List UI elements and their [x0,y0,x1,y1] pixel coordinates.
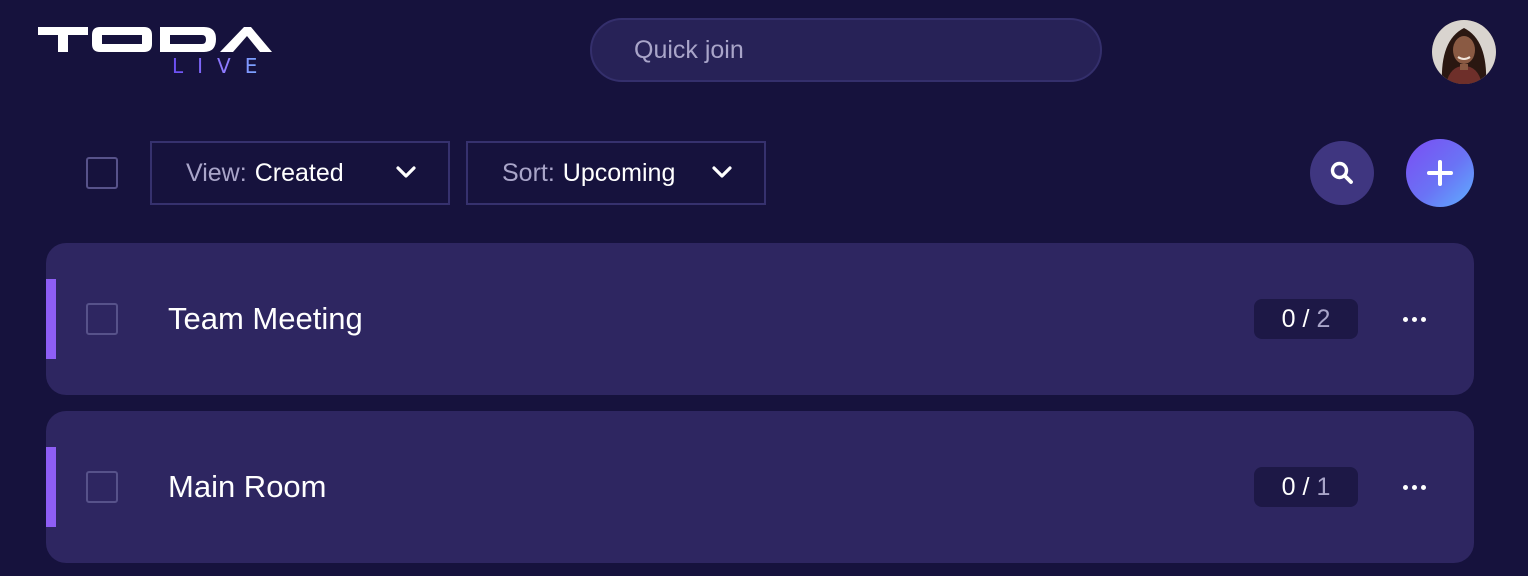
room-accent-bar [46,447,56,527]
room-accent-bar [46,279,56,359]
avatar-image [1432,20,1496,84]
search-icon [1330,161,1353,184]
room-checkbox[interactable] [86,303,118,335]
participant-count-total: 2 [1316,304,1331,333]
participant-count-badge: 0 / 2 [1254,299,1358,339]
toda-logo-wordmark [38,27,272,52]
participant-count-current: 0 [1281,304,1296,333]
participant-count-separator: / [1302,304,1310,333]
quick-join-input[interactable] [590,18,1102,82]
live-logo-text: LIVE [172,54,272,78]
room-checkbox[interactable] [86,471,118,503]
view-label: View: [186,158,247,187]
room-card[interactable]: Team Meeting 0 / 2 [46,243,1474,395]
select-all-checkbox[interactable] [86,157,118,189]
view-filter-dropdown[interactable]: View: Created [150,141,450,205]
room-name: Team Meeting [168,301,363,336]
participant-count-separator: / [1302,472,1310,501]
sort-label: Sort: [502,158,555,187]
more-horizontal-icon [1402,484,1426,490]
user-avatar[interactable] [1432,20,1496,84]
participant-count-current: 0 [1281,472,1296,501]
add-room-button[interactable] [1406,139,1474,207]
room-card[interactable]: Main Room 0 / 1 [46,411,1474,563]
room-more-button[interactable] [1392,301,1436,337]
room-more-button[interactable] [1392,469,1436,505]
sort-value: Upcoming [562,158,676,187]
participant-count-badge: 0 / 1 [1254,467,1358,507]
top-bar: LIVE [0,0,1528,110]
sort-dropdown[interactable]: Sort: Upcoming [466,141,766,205]
room-name: Main Room [168,469,327,504]
participant-count-total: 1 [1316,472,1331,501]
chevron-down-icon [712,166,732,178]
more-horizontal-icon [1402,316,1426,322]
view-value: Created [254,158,344,187]
plus-icon [1427,160,1453,186]
search-button[interactable] [1310,141,1374,205]
chevron-down-icon [396,166,416,178]
toda-live-logo[interactable]: LIVE [38,26,294,76]
